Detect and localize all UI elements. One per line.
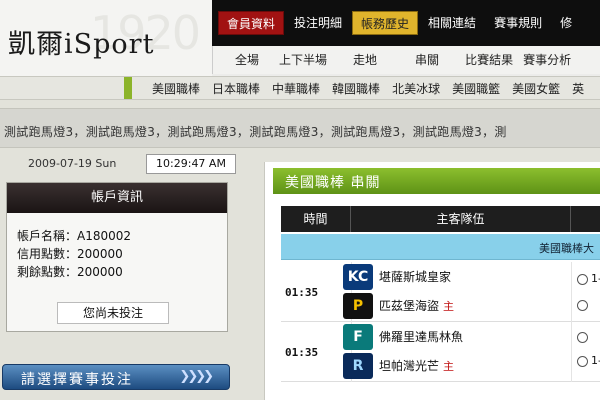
subnav-full[interactable]: 全場 [235,51,259,68]
date-text: 2009-07-19 Sun [28,157,117,170]
match-time: 01:35 [285,286,319,299]
nav-account-history[interactable]: 帳務歷史 [352,11,419,35]
team-logo-icon: P [343,293,373,319]
nav-edit[interactable]: 修 [552,11,580,35]
category-accent [124,77,132,99]
cat-wnba[interactable]: 美國女籃 [512,80,560,97]
subnav-results[interactable]: 比賽結果 [465,51,513,68]
cat-npb[interactable]: 日本職棒 [212,80,260,97]
nav-bet-details[interactable]: 投注明細 [286,11,350,35]
account-name: 帳戶名稱：A180002 [17,229,132,243]
logo[interactable]: 1920 凱爾iSport [0,0,212,76]
host-badge: 主 [443,300,455,313]
subnav-parlay[interactable]: 串關 [415,51,439,68]
time-box: 10:29:47 AM [146,154,236,174]
team-logo-icon: KC [343,264,373,290]
league-row[interactable]: 美國職棒大 [281,234,600,260]
table-header: 時間 主客隊伍 [281,206,600,232]
account-panel: 帳戶資訊 帳戶名稱：A180002 信用點數：200000 剩餘點數：20000… [6,182,228,332]
col-time-header: 時間 [281,206,351,232]
clock-bar: 2009-07-19 Sun 10:29:47 AM [8,154,236,174]
odds-value: 1- [591,272,600,285]
choose-event-button[interactable]: 請選擇賽事投注 ❯❯❯❯ [2,364,230,390]
subnav-halves[interactable]: 上下半場 [279,51,327,68]
content-title-bar: 美國職棒 串關 [273,168,600,194]
content-title: 美國職棒 串關 [285,175,381,191]
nav-rules[interactable]: 賽事規則 [486,11,550,35]
cat-nba[interactable]: 美國職籃 [452,80,500,97]
subnav-analysis[interactable]: 賽事分析 [523,51,571,68]
header: 1920 凱爾iSport 會員資料 投注明細 帳務歷史 相關連結 賽事規則 修… [0,0,600,76]
bet-status-button[interactable]: 您尚未投注 [57,302,169,324]
nav-member-info[interactable]: 會員資料 [218,11,285,35]
bet-radio[interactable] [577,300,588,311]
account-credit: 信用點數：200000 [17,247,123,261]
main-content: 美國職棒 串關 時間 主客隊伍 美國職棒大 01:35 KC 堪薩斯城皇家 P … [264,162,600,400]
table-row: 01:35 KC 堪薩斯城皇家 P 匹茲堡海盜主 1- [281,262,600,322]
col-team-header: 主客隊伍 [351,206,571,232]
team-name-text: 匹茲堡海盜 [379,299,440,313]
host-badge: 主 [443,360,455,373]
chevron-right-icon: ❯❯❯❯ [179,369,214,384]
choose-event-label: 請選擇賽事投注 [21,372,133,388]
team-name: 匹茲堡海盜主 [379,297,454,314]
marquee: 測試跑馬燈3，測試跑馬燈3，測試跑馬燈3，測試跑馬燈3，測試跑馬燈3，測試跑馬燈… [0,108,600,148]
league-name: 美國職棒大 [539,242,594,255]
row-divider [571,262,572,322]
cat-cpbl[interactable]: 中華職棒 [272,80,320,97]
team-name: 堪薩斯城皇家 [379,270,452,284]
bet-radio[interactable] [577,274,588,285]
bet-radio[interactable] [577,356,588,367]
subnav-live[interactable]: 走地 [353,51,377,68]
top-nav: 會員資料 投注明細 帳務歷史 相關連結 賽事規則 修 [218,11,582,37]
account-balance: 剩餘點數：200000 [17,265,123,279]
logo-text: 凱爾iSport [8,29,155,60]
team-name-text: 坦帕灣光芒 [379,359,440,373]
odds-value: 1- [591,354,600,367]
team-name: 佛羅里達馬林魚 [379,330,464,344]
cat-more[interactable]: 英 [572,80,584,97]
cat-nhl[interactable]: 北美冰球 [392,80,440,97]
team-name: 坦帕灣光芒主 [379,357,454,374]
category-bar: 美國職棒 日本職棒 中華職棒 韓國職棒 北美冰球 美國職籃 美國女籃 英 [0,76,600,100]
marquee-text: 測試跑馬燈3，測試跑馬燈3，測試跑馬燈3，測試跑馬燈3，測試跑馬燈3，測試跑馬燈… [4,125,507,139]
sub-nav: 全場 上下半場 走地 串關 比賽結果 賽事分析 [212,46,600,74]
row-divider [571,322,572,382]
table-row: 01:35 F 佛羅里達馬林魚 R 坦帕灣光芒主 1- [281,322,600,382]
cat-mlb[interactable]: 美國職棒 [152,80,200,97]
account-title: 帳戶資訊 [7,183,227,213]
match-time: 01:35 [285,346,319,359]
nav-links[interactable]: 相關連結 [420,11,484,35]
team-logo-icon: F [343,324,373,350]
page: 1920 凱爾iSport 會員資料 投注明細 帳務歷史 相關連結 賽事規則 修… [0,0,600,400]
bet-radio[interactable] [577,332,588,343]
cat-kbo[interactable]: 韓國職棒 [332,80,380,97]
team-logo-icon: R [343,353,373,379]
